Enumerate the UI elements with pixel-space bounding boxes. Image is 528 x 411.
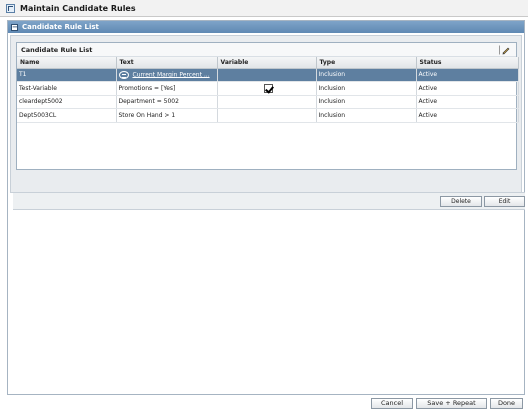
edit-button[interactable]: Edit	[484, 196, 525, 207]
column-header-name[interactable]: Name	[17, 57, 117, 69]
table-row[interactable]: Dept5003CL Store On Hand > 1 Inclusion A…	[17, 108, 519, 123]
row-variable	[217, 108, 317, 123]
condition-icon	[118, 70, 129, 79]
rule-list-box: Candidate Rule List Name Text Variable T…	[16, 42, 519, 170]
row-text: Current Margin Percent ...	[116, 68, 218, 82]
table-row[interactable]: cleardept5002 Department = 5002 Inclusio…	[17, 95, 519, 109]
table-row[interactable]: Test-Variable Promotions = [Yes] Inclusi…	[17, 81, 519, 96]
row-status: Active	[416, 68, 519, 82]
column-header-variable[interactable]: Variable	[217, 57, 317, 69]
section-title: Candidate Rule List	[22, 23, 99, 31]
rule-list-section: − Candidate Rule List Candidate Rule Lis…	[7, 20, 525, 395]
row-text: Department = 5002	[116, 95, 218, 109]
row-status: Active	[416, 95, 519, 109]
rule-list-title: Candidate Rule List	[21, 45, 93, 54]
candidate-rule-table: Name Text Variable Type Status T1 Curren…	[17, 57, 519, 123]
row-text: Store On Hand > 1	[116, 108, 218, 123]
row-status: Active	[416, 108, 519, 123]
row-type: Inclusion	[316, 108, 417, 123]
variable-checkbox[interactable]	[263, 83, 273, 93]
row-variable	[217, 68, 317, 82]
cancel-button[interactable]: Cancel	[371, 398, 413, 409]
delete-button[interactable]: Delete	[440, 196, 482, 207]
row-name: Dept5003CL	[17, 108, 117, 123]
save-repeat-button[interactable]: Save + Repeat	[416, 398, 487, 409]
window-titlebar: Maintain Candidate Rules	[0, 0, 528, 17]
rule-list-panel: Candidate Rule List Name Text Variable T…	[10, 35, 525, 210]
table-row[interactable]: T1 Current Margin Percent ... Inclusion …	[17, 68, 519, 82]
row-variable	[217, 95, 317, 109]
table-header-row: Name Text Variable Type Status	[17, 57, 519, 69]
row-text: Promotions = [Yes]	[116, 81, 218, 96]
column-header-text[interactable]: Text	[116, 57, 218, 69]
row-type: Inclusion	[316, 68, 417, 82]
column-header-type[interactable]: Type	[316, 57, 417, 69]
rule-list-header: Candidate Rule List	[17, 43, 516, 57]
done-button[interactable]: Done	[490, 398, 523, 409]
row-variable	[217, 81, 317, 96]
table-action-bar: Delete Edit	[13, 192, 525, 210]
pencil-icon[interactable]	[499, 45, 510, 55]
collapse-icon[interactable]: −	[11, 23, 18, 31]
row-name: T1	[17, 68, 117, 82]
row-name: cleardept5002	[17, 95, 117, 109]
window-title: Maintain Candidate Rules	[20, 3, 136, 13]
row-type: Inclusion	[316, 95, 417, 109]
rule-text-link[interactable]: Current Margin Percent ...	[133, 71, 210, 78]
row-type: Inclusion	[316, 81, 417, 96]
column-header-status[interactable]: Status	[416, 57, 519, 69]
row-status: Active	[416, 81, 519, 96]
app-window-icon	[6, 3, 15, 13]
row-name: Test-Variable	[17, 81, 117, 96]
section-header: − Candidate Rule List	[8, 21, 524, 33]
